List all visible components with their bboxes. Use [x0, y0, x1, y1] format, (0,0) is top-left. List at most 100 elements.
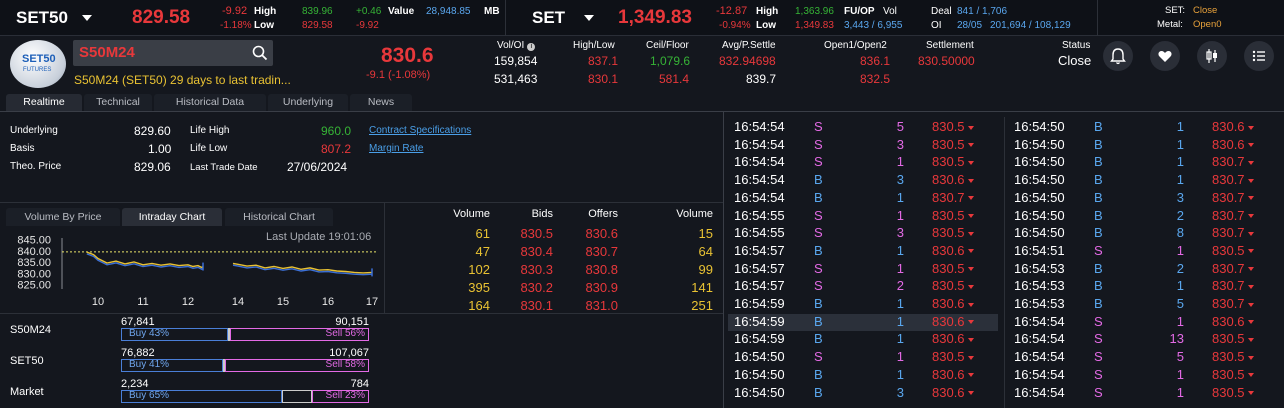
- alert-button[interactable]: [1103, 41, 1133, 71]
- menu-button[interactable]: [1244, 41, 1274, 71]
- ob-bid-volume[interactable]: 47: [420, 244, 490, 259]
- deal-label: Deal: [931, 6, 952, 17]
- symbol-input[interactable]: S50M24: [79, 44, 135, 61]
- buysell-name: S50M24: [10, 324, 51, 336]
- ob-offer-price[interactable]: 830.9: [570, 280, 618, 295]
- set50-index-name[interactable]: SET50: [16, 8, 68, 28]
- caret-down-icon: [1247, 231, 1254, 236]
- ticker-price: 830.5: [932, 349, 974, 364]
- tab-technical[interactable]: Technical: [84, 94, 152, 111]
- ticker-volume: 3: [896, 225, 904, 241]
- ob-bid-price[interactable]: 830.2: [510, 280, 553, 295]
- basis-value: 1.00: [148, 142, 172, 156]
- chevron-down-icon[interactable]: [584, 15, 594, 21]
- ob-offer-price[interactable]: 831.0: [570, 298, 618, 313]
- tab-historical-data[interactable]: Historical Data: [154, 94, 266, 111]
- set50-last: 829.58: [132, 7, 191, 28]
- metal-status-value: Open0: [1193, 19, 1222, 30]
- theo-price-value: 829.06: [134, 160, 171, 174]
- ticker-time: 16:54:50: [1014, 189, 1065, 205]
- ticker-price: 830.6: [1212, 137, 1254, 152]
- ob-offer-volume[interactable]: 251: [650, 298, 713, 313]
- tab-underlying[interactable]: Underlying: [268, 94, 348, 111]
- ticker-side: B: [1094, 278, 1103, 294]
- ticker-price: 830.6: [932, 172, 974, 187]
- underlying-label: Underlying: [10, 125, 58, 136]
- life-high-label: Life High: [190, 125, 230, 136]
- caret-down-icon: [1247, 373, 1254, 378]
- ticker-price: 830.7: [1212, 154, 1254, 169]
- divider: [0, 313, 723, 314]
- set50-value-unit: MB: [484, 6, 500, 17]
- tab-historical-chart[interactable]: Historical Chart: [225, 208, 333, 226]
- ob-offer-volume[interactable]: 64: [650, 244, 713, 259]
- candlestick-chart-button[interactable]: [1197, 41, 1227, 71]
- ob-bid-price[interactable]: 830.4: [510, 244, 553, 259]
- ob-offer-price[interactable]: 830.8: [570, 262, 618, 277]
- set-high-label: High: [756, 6, 779, 17]
- ob-bid-price[interactable]: 830.3: [510, 262, 553, 277]
- ticker-price: 830.5: [1212, 331, 1254, 346]
- favorite-button[interactable]: [1150, 41, 1180, 71]
- contract-specifications-link[interactable]: Contract Specifications: [369, 125, 471, 136]
- tab-realtime[interactable]: Realtime: [6, 94, 82, 111]
- y-tick-label: 830.00: [17, 268, 51, 280]
- ticker-price: 830.7: [1212, 208, 1254, 223]
- ob-offer-volume[interactable]: 15: [650, 226, 713, 241]
- oi-date: 28/05: [957, 20, 983, 31]
- ob-bid-volume[interactable]: 61: [420, 226, 490, 241]
- ob-bid-price[interactable]: 830.1: [510, 298, 553, 313]
- ticker-volume: 1: [896, 260, 904, 276]
- ticker-side: S: [814, 119, 823, 134]
- search-icon[interactable]: [252, 45, 268, 61]
- sell-ratio-label: Sell 23%: [325, 390, 365, 401]
- ob-bid-volume[interactable]: 395: [420, 280, 490, 295]
- ticker-price: 830.5: [932, 261, 974, 276]
- ticker-side: S: [1094, 331, 1103, 347]
- tab-volume-by-price[interactable]: Volume By Price: [6, 208, 120, 226]
- ticker-price: 830.7: [1212, 278, 1254, 293]
- ticker-time: 16:54:50: [1014, 154, 1065, 170]
- divider: [0, 111, 1284, 112]
- ob-bid-price[interactable]: 830.5: [510, 226, 553, 241]
- x-tick-label: 17: [366, 296, 378, 308]
- ticker-price: 830.5: [932, 137, 974, 152]
- info-icon[interactable]: i: [527, 43, 536, 51]
- app-window: SET50 829.58 -9.92 -1.18% High Low 839.9…: [0, 0, 1284, 408]
- ticker-volume: 1: [896, 189, 904, 205]
- tab-intraday-chart[interactable]: Intraday Chart: [122, 208, 222, 226]
- basis-label: Basis: [10, 143, 35, 154]
- ticker-time: 16:54:53: [1014, 260, 1065, 276]
- set-index-name[interactable]: SET: [532, 8, 565, 28]
- ob-offer-volume[interactable]: 99: [650, 262, 713, 277]
- series-volume-line: [232, 264, 373, 276]
- chevron-down-icon[interactable]: [82, 15, 92, 21]
- series-price-line: [86, 251, 204, 269]
- ob-offer-price[interactable]: 830.7: [570, 244, 618, 259]
- theo-price-label: Theo. Price: [10, 161, 62, 172]
- avg-psettle-label: Avg/P.Settle: [722, 40, 776, 51]
- margin-rate-link[interactable]: Margin Rate: [369, 143, 423, 154]
- ticker-price: 830.5: [932, 225, 974, 240]
- ticker-time: 16:54:57: [734, 278, 785, 294]
- divider: [723, 111, 724, 408]
- ob-bid-volume[interactable]: 102: [420, 262, 490, 277]
- ticker-side: B: [1094, 260, 1103, 276]
- x-tick-label: 10: [92, 296, 104, 308]
- ob-bid-volume[interactable]: 164: [420, 298, 490, 313]
- ticker-price: 830.7: [1212, 296, 1254, 311]
- ob-offer-volume[interactable]: 141: [650, 280, 713, 295]
- caret-down-icon: [1247, 284, 1254, 289]
- caret-down-icon: [1247, 196, 1254, 201]
- tab-news[interactable]: News: [350, 94, 412, 111]
- ticker-volume: 1: [1176, 154, 1184, 170]
- divider: [0, 202, 723, 203]
- ticker-side: B: [814, 296, 823, 311]
- set50-futures-logo: SET50 FUTURES: [10, 40, 66, 88]
- buysell-buy-volume: 76,882: [121, 347, 155, 359]
- ticker-time: 16:54:55: [734, 225, 785, 241]
- ticker-price: 830.7: [1212, 190, 1254, 205]
- instrument-vol: 159,854: [494, 54, 538, 68]
- ob-offer-price[interactable]: 830.6: [570, 226, 618, 241]
- set50-high-chg: +0.46: [356, 6, 382, 17]
